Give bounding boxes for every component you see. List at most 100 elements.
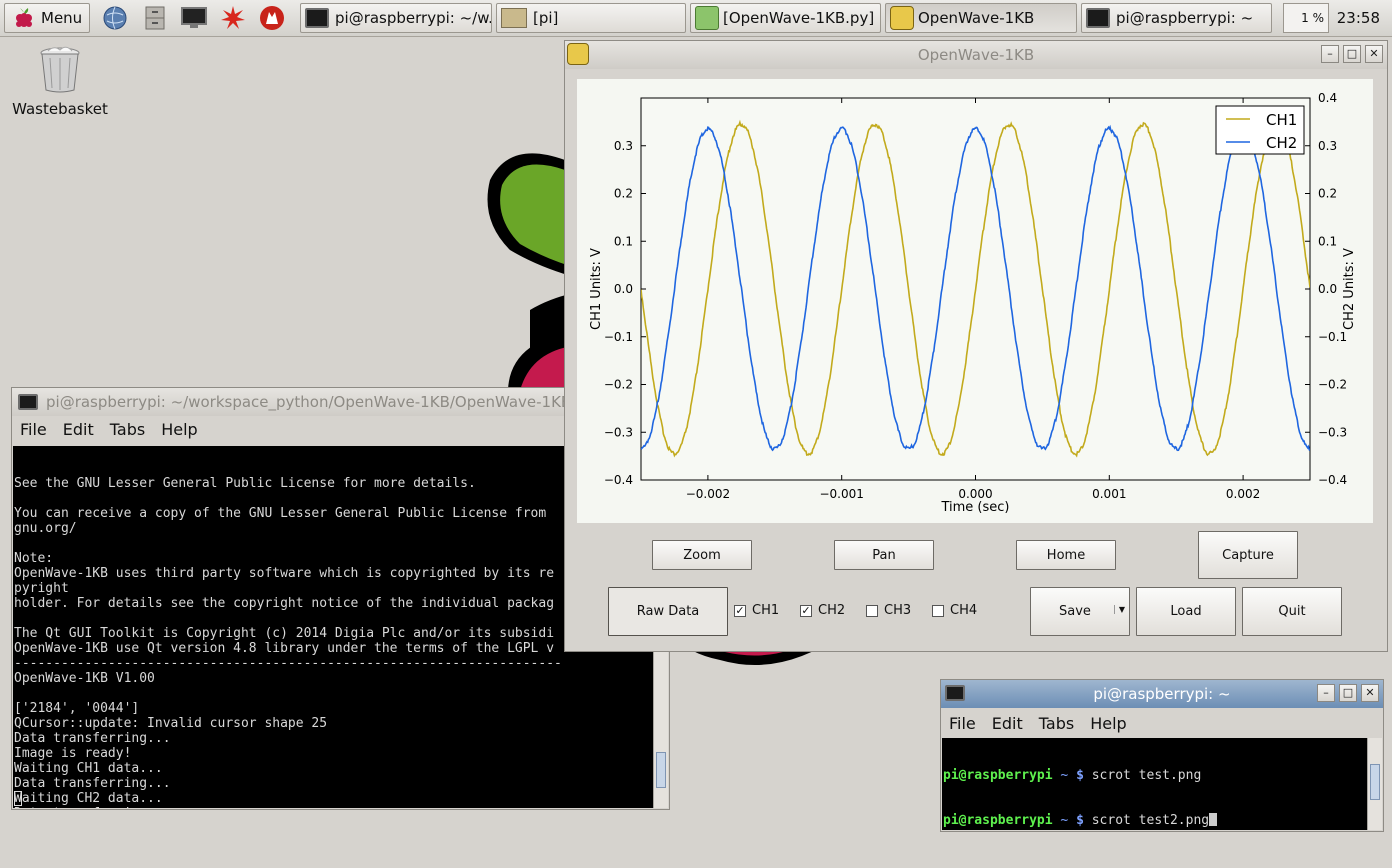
openwave-window[interactable]: OpenWave-1KB – □ ✕ −0.002 −0.001 0.000 0.00… xyxy=(564,40,1388,652)
prompt-user: pi@raspberrypi xyxy=(943,768,1053,783)
web-browser-launcher[interactable] xyxy=(100,3,130,33)
openwave-titlebar[interactable]: OpenWave-1KB – □ ✕ xyxy=(565,41,1387,69)
close-button[interactable]: ✕ xyxy=(1365,45,1383,63)
capture-button[interactable]: Capture xyxy=(1198,531,1298,579)
ch4-checkbox[interactable]: CH4 xyxy=(932,603,977,618)
wolf-icon xyxy=(260,6,284,30)
y-right-tick-label: −0.3 xyxy=(1318,425,1347,439)
maximize-button[interactable]: □ xyxy=(1343,45,1361,63)
cpu-monitor[interactable]: 1 % xyxy=(1283,3,1329,33)
file-cabinet-icon xyxy=(145,6,165,30)
y-right-tick-label: −0.4 xyxy=(1318,473,1347,487)
trash-icon xyxy=(40,46,80,93)
y-left-tick-label: 0.3 xyxy=(614,139,633,153)
quit-button[interactable]: Quit xyxy=(1242,587,1342,636)
waveform-plot-area[interactable]: −0.002 −0.001 0.000 0.001 0.002 0.3 0.2 0.1 0.0 −… xyxy=(577,79,1373,523)
task-file-manager[interactable]: [pi] xyxy=(496,3,686,33)
command-text: scrot test2.png xyxy=(1083,813,1210,828)
openwave-app-icon xyxy=(890,6,914,30)
checkbox-box: ✓ xyxy=(800,603,812,617)
menu-tabs[interactable]: Tabs xyxy=(102,420,153,439)
starburst-icon xyxy=(221,6,245,29)
wolfram-launcher[interactable] xyxy=(257,3,287,33)
y-left-tick-label: −0.2 xyxy=(604,378,633,392)
x-tick-label: −0.001 xyxy=(819,487,863,501)
menu-button[interactable]: Menu xyxy=(4,3,90,33)
save-button[interactable]: Save ▼ xyxy=(1030,587,1130,636)
y-right-tick-label: −0.2 xyxy=(1318,378,1347,392)
terminal-line: pi@raspberrypi ~ $ scrot test.png xyxy=(942,768,1382,783)
task-terminal-home[interactable]: pi@raspberrypi: ~ xyxy=(1081,3,1272,33)
ch3-checkbox[interactable]: CH3 xyxy=(866,603,911,618)
file-manager-launcher[interactable] xyxy=(140,3,170,33)
taskbar: Menu pi@raspberrypi: ~/w... [pi] [OpenWa… xyxy=(0,0,1392,37)
menu-file[interactable]: File xyxy=(12,420,55,439)
clock[interactable]: 23:58 xyxy=(1337,9,1380,27)
task-editor[interactable]: [OpenWave-1KB.py] xyxy=(690,3,881,33)
pan-button[interactable]: Pan xyxy=(834,540,934,570)
y-left-tick-label: −0.3 xyxy=(604,425,633,439)
scrollbar-thumb[interactable] xyxy=(656,752,666,788)
wastebasket[interactable]: Wastebasket xyxy=(10,44,110,118)
terminal-output[interactable]: pi@raspberrypi ~ $ scrot test.png pi@ras… xyxy=(942,738,1382,830)
raw-data-toggle[interactable]: Raw Data xyxy=(608,587,728,636)
waveform-chart[interactable]: −0.002 −0.001 0.000 0.001 0.002 0.3 0.2 0.1 0.0 −… xyxy=(577,79,1373,523)
command-text: scrot test.png xyxy=(1083,768,1202,783)
task-openwave[interactable]: OpenWave-1KB xyxy=(885,3,1077,33)
minimize-button[interactable]: – xyxy=(1317,684,1335,702)
terminal-icon xyxy=(18,394,38,410)
scrollbar-thumb[interactable] xyxy=(1370,764,1380,800)
menu-label: Menu xyxy=(41,9,83,27)
x-tick-label: 0.002 xyxy=(1226,487,1260,501)
menu-help[interactable]: Help xyxy=(1082,714,1134,733)
text-cursor xyxy=(14,791,22,806)
wastebasket-label: Wastebasket xyxy=(12,100,108,118)
ch1-checkbox[interactable]: ✓ CH1 xyxy=(734,603,779,618)
menu-edit[interactable]: Edit xyxy=(984,714,1031,733)
terminal-line: Data transferring... xyxy=(14,806,668,808)
y-right-tick-label: −0.1 xyxy=(1318,330,1347,344)
prompt-path: ~ xyxy=(1052,813,1077,828)
checkbox-box xyxy=(866,604,878,617)
ch2-checkbox[interactable]: ✓ CH2 xyxy=(800,603,845,618)
task-label: [pi] xyxy=(533,9,559,27)
menu-tabs[interactable]: Tabs xyxy=(1031,714,1082,733)
terminal-line: ----------------------------------------… xyxy=(14,656,562,671)
math-app-launcher[interactable] xyxy=(218,3,248,33)
window-title: pi@raspberrypi: ~ xyxy=(1093,685,1231,703)
zoom-button[interactable]: Zoom xyxy=(652,540,752,570)
checkbox-label: CH3 xyxy=(884,603,912,618)
terminal-icon xyxy=(1086,8,1110,28)
checkbox-box xyxy=(932,604,944,617)
window-title: pi@raspberrypi: ~/workspace_python/OpenW… xyxy=(46,393,601,411)
terminal-icon xyxy=(305,8,329,28)
x-tick-label: −0.002 xyxy=(686,487,730,501)
y-right-tick-label: 0.4 xyxy=(1318,91,1337,105)
menubar: File Edit Tabs Help xyxy=(941,708,1383,738)
text-cursor xyxy=(1209,813,1218,826)
prompt-symbol: $ xyxy=(1076,768,1084,783)
y-left-tick-label: −0.1 xyxy=(604,330,633,344)
task-terminal-workspace[interactable]: pi@raspberrypi: ~/w... xyxy=(300,3,492,33)
folder-icon xyxy=(501,8,527,28)
checkbox-label: CH4 xyxy=(950,603,978,618)
task-label: [OpenWave-1KB.py] xyxy=(723,9,875,27)
checkbox-box: ✓ xyxy=(734,603,746,617)
minimize-button[interactable]: – xyxy=(1321,45,1339,63)
scrollbar[interactable] xyxy=(1367,738,1382,830)
home-button[interactable]: Home xyxy=(1016,540,1116,570)
terminal-titlebar[interactable]: pi@raspberrypi: ~ – □ ✕ xyxy=(941,680,1383,708)
maximize-button[interactable]: □ xyxy=(1339,684,1357,702)
menu-help[interactable]: Help xyxy=(153,420,205,439)
legend-label: CH2 xyxy=(1266,134,1297,152)
terminal-window-home[interactable]: pi@raspberrypi: ~ – □ ✕ File Edit Tabs H… xyxy=(940,679,1384,832)
text-editor-icon xyxy=(695,6,719,30)
terminal-line: pi@raspberrypi ~ $ scrot test2.png xyxy=(942,813,1382,828)
y-right-tick-label: 0.3 xyxy=(1318,139,1337,153)
close-button[interactable]: ✕ xyxy=(1361,684,1379,702)
menu-edit[interactable]: Edit xyxy=(55,420,102,439)
load-button[interactable]: Load xyxy=(1136,587,1236,636)
terminal-launcher[interactable] xyxy=(179,3,209,33)
terminal-line: Data transferring... xyxy=(14,776,171,791)
menu-file[interactable]: File xyxy=(941,714,984,733)
